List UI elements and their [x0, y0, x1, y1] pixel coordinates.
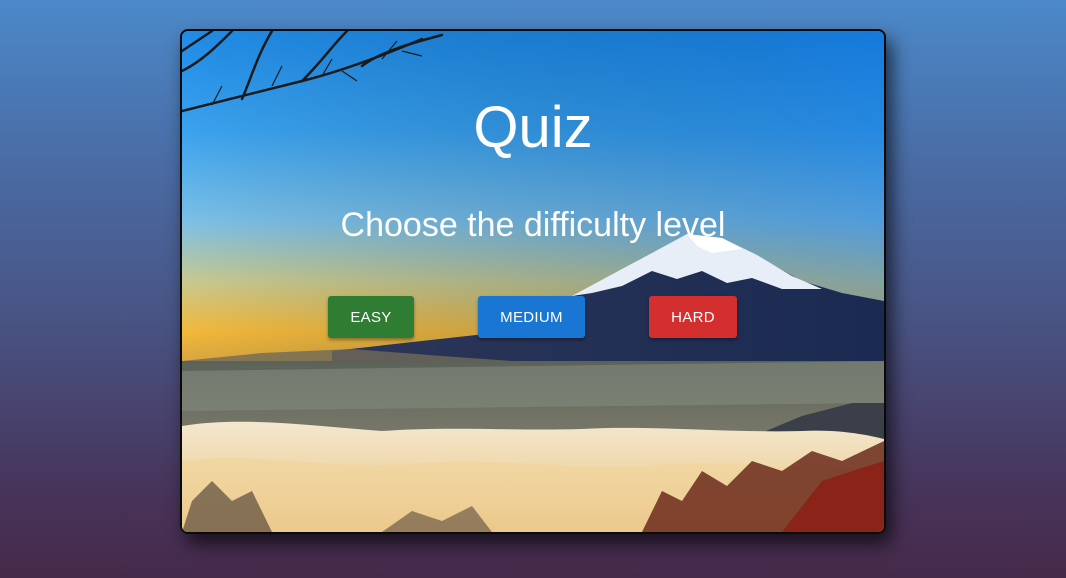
page-title: Quiz [473, 94, 593, 160]
easy-button[interactable]: EASY [328, 296, 414, 338]
quiz-card: Quiz Choose the difficulty level EASY ME… [180, 29, 886, 534]
medium-button[interactable]: MEDIUM [478, 296, 585, 338]
hard-button[interactable]: HARD [649, 296, 737, 338]
difficulty-prompt: Choose the difficulty level [340, 206, 726, 244]
